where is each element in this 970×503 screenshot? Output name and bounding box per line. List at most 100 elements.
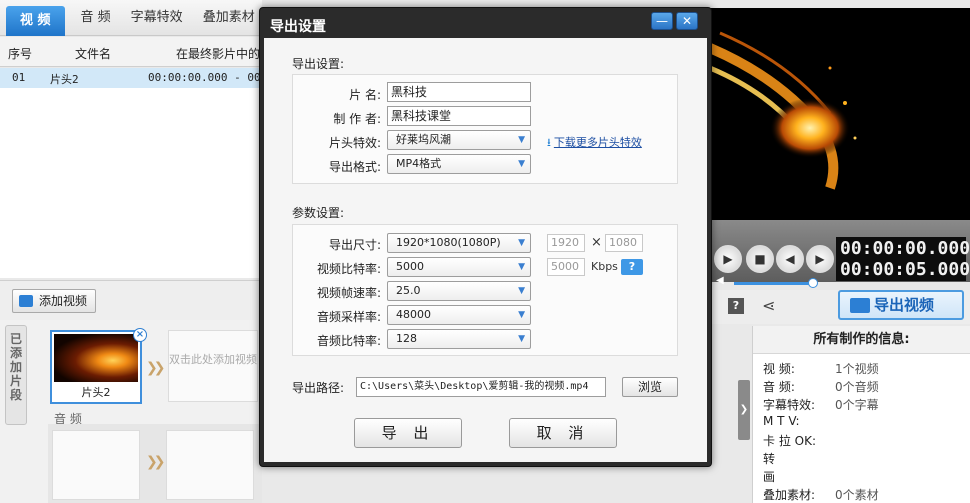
info-row-karaoke: 卡 拉 OK: [763,434,816,448]
help-icon[interactable]: ? [621,259,643,275]
audio-bitrate-value: 128 [396,332,417,345]
chevron-down-icon: ▼ [518,310,525,320]
added-clips-label: 已添加片段 [5,325,27,425]
video-bitrate-field[interactable]: 5000 [547,258,585,276]
size-select[interactable]: 1920*1080(1080P) ▼ [387,233,531,253]
close-icon[interactable]: ✕ [676,12,698,30]
export-video-button[interactable]: 导出视频 [838,290,964,320]
speaker-icon: ◀ [716,275,724,286]
remove-clip-icon[interactable]: × [133,328,147,342]
help-icon[interactable]: ? [728,298,744,314]
next-frame-icon[interactable]: ▶ [806,245,834,273]
tab-subtitle-effects[interactable]: 字幕特效 [121,3,193,33]
dialog-title: 导出设置 [270,19,326,35]
video-bitrate-select[interactable]: 5000 ▼ [387,257,531,277]
audio-bitrate-select[interactable]: 128 ▼ [387,329,531,349]
add-bar: 添加视频 [0,280,262,320]
export-settings-group: 片 名: 黑科技 制 作 者: 黑科技课堂 片头特效: 好莱坞风潮 ▼ ⭳ 下载更… [292,74,678,184]
chevron-down-icon: ▼ [518,238,525,248]
download-icon: ⭳ [547,136,551,149]
timeline-clip[interactable]: 片头2 [50,330,142,404]
intro-effect-value: 好莱坞风潮 [396,133,451,146]
clip-name: 片头2 [81,386,111,399]
browse-button[interactable]: 浏览 [622,377,678,397]
export-icon [850,298,870,313]
author-field[interactable]: 黑科技课堂 [387,106,531,126]
download-effects-label: 下载更多片头特效 [553,136,642,149]
info-row-effects: 画 [763,470,776,484]
timecode-total: 00:00:05.000 [840,259,970,280]
size-value: 1920*1080(1080P) [396,236,501,249]
prev-frame-icon[interactable]: ◀ [776,245,804,273]
volume-knob[interactable] [808,278,818,288]
export-video-label: 导出视频 [874,296,935,314]
row-name: 片头2 [50,73,79,86]
framerate-select[interactable]: 25.0 ▼ [387,281,531,301]
timecode-display: 00:00:00.000 00:00:05.000 [836,237,970,281]
col-time[interactable]: 在最终影片中的时 [176,45,272,62]
file-list-body [0,88,262,278]
add-video-button[interactable]: 添加视频 [12,289,97,313]
audio-slot[interactable] [52,430,140,500]
intro-effect-label: 片头特效: [328,136,381,150]
col-index[interactable]: 序号 [8,45,32,62]
table-row[interactable]: 01 片头2 00:00:00.000 - 00:00 [0,68,280,88]
framerate-value: 25.0 [396,284,421,297]
tab-overlay-material[interactable]: 叠加素材 [193,3,265,33]
info-row-transition: 转 [763,452,776,466]
path-label: 导出路径: [292,381,345,395]
stop-icon[interactable]: ■ [746,245,774,273]
format-select[interactable]: MP4格式 ▼ [387,154,531,174]
share-icon[interactable]: ⋖ [762,296,775,315]
info-panel: 所有制作的信息: 视 频: 1个视频 音 频: 0个音频 字幕特效: 0个字幕 M T… [752,326,970,503]
tab-audio[interactable]: 音 频 [71,3,121,33]
samplerate-value: 48000 [396,308,431,321]
audio-slot[interactable] [166,430,254,500]
info-row-video: 视 频: 1个视频 [763,362,879,376]
format-value: MP4格式 [396,157,442,170]
col-filename[interactable]: 文件名 [75,45,111,62]
info-title: 所有制作的信息: [753,326,970,354]
intro-effect-select[interactable]: 好莱坞风潮 ▼ [387,130,531,150]
preview-frame [710,31,857,190]
info-row-audio: 音 频: 0个音频 [763,380,879,394]
info-row-mtv: M T V: [763,414,800,428]
volume-slider[interactable]: ◀ [716,275,818,288]
chevron-down-icon: ▼ [518,159,525,169]
name-field[interactable]: 黑科技 [387,82,531,102]
play-icon[interactable]: ▶ [714,245,742,273]
path-field[interactable]: C:\Users\菜头\Desktop\爱剪辑-我的视频.mp4 [356,377,606,397]
samplerate-select[interactable]: 48000 ▼ [387,305,531,325]
chevron-down-icon: ▼ [518,262,525,272]
samplerate-label: 音频采样率: [316,310,381,324]
drop-zone[interactable]: 双击此处添加视频 [168,330,258,402]
chevron-down-icon: ▼ [518,334,525,344]
width-field[interactable]: 1920 [547,234,585,252]
minimize-icon[interactable]: — [651,12,673,30]
section-params-label: 参数设置: [292,206,345,220]
volume-track [734,282,812,285]
name-label: 片 名: [349,88,381,102]
download-effects-link[interactable]: ⭳ 下载更多片头特效 [547,134,642,153]
file-list-header: 序号 文件名 在最终影片中的时 [0,37,272,67]
params-group: 导出尺寸: 1920*1080(1080P) ▼ 1920 × 1080 视频比… [292,224,678,356]
audio-bitrate-label: 音频比特率: [316,334,381,348]
info-row-overlay: 叠加素材: 0个素材 [763,488,879,502]
video-bitrate-value: 5000 [396,260,424,273]
tab-video[interactable]: 视 频 [6,5,65,36]
size-label: 导出尺寸: [328,238,381,252]
cancel-button[interactable]: 取 消 [509,418,617,448]
section-export-label: 导出设置: [292,57,345,71]
chevron-down-icon: ▼ [518,286,525,296]
audio-track[interactable]: ❯❯ [48,424,262,503]
export-button[interactable]: 导 出 [354,418,462,448]
chevron-down-icon: ▼ [518,135,525,145]
row-index: 01 [12,71,26,84]
video-bitrate-label: 视频比特率: [316,262,381,276]
height-field[interactable]: 1080 [605,234,643,252]
size-separator: × [591,235,602,250]
chevron-right-icon: ❯❯ [146,360,166,376]
main-tabbar: 视 频 音 频 字幕特效 叠加素材 [0,0,262,36]
collapse-panel-icon[interactable]: ❯ [738,380,750,440]
export-settings-dialog: 导出设置 — ✕ 导出设置: 片 名: 黑科技 制 作 者: 黑科技课堂 片头特… [259,7,712,467]
